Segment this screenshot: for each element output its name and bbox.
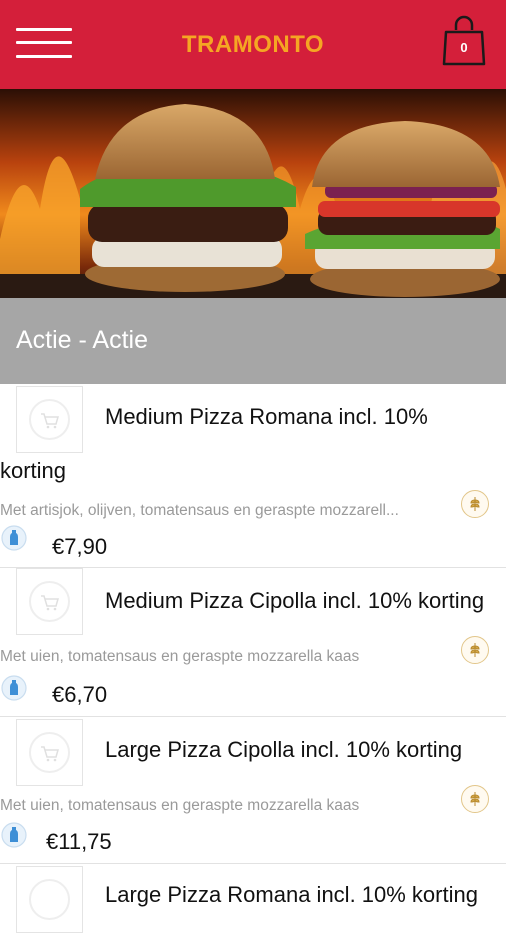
product-price: €11,75 (46, 829, 112, 854)
product-description: Met uien, tomatensaus en geraspte mozzar… (0, 648, 360, 665)
brand-title: TRAMONTO (181, 31, 325, 58)
wheat-icon[interactable] (461, 490, 489, 518)
bottle-icon (1, 525, 27, 551)
product-name: Large Pizza Cipolla incl. 10% korting (105, 737, 463, 762)
bottle-icon (1, 675, 27, 701)
product-description: Met artisjok, olijven, tomatensaus en ge… (0, 502, 399, 519)
wheat-icon[interactable] (461, 785, 489, 813)
product-item[interactable]: Large Pizza Cipolla incl. 10% korting Me… (0, 717, 506, 864)
product-description: Met uien, tomatensaus en geraspte mozzar… (0, 797, 360, 814)
cart-count-badge: 0 (460, 40, 468, 55)
hero-banner-image (0, 89, 506, 298)
product-price: €7,90 (52, 534, 108, 559)
product-item[interactable]: Large Pizza Romana incl. 10% korting (0, 864, 506, 933)
product-thumbnail (16, 568, 83, 635)
product-price: €6,70 (52, 682, 108, 707)
shopping-cart-icon (41, 595, 59, 611)
cart-button[interactable]: 0 (440, 14, 488, 68)
category-title: Actie - Actie (16, 326, 148, 354)
product-name: Large Pizza Romana incl. 10% korting (105, 882, 478, 907)
product-item[interactable]: Medium Pizza Romana incl. 10% korting Me… (0, 384, 506, 568)
bottle-icon (1, 822, 27, 848)
product-name: Medium Pizza Romana incl. 10% (105, 404, 428, 429)
product-thumbnail (16, 719, 83, 786)
product-thumbnail (16, 386, 83, 453)
shopping-cart-icon (41, 413, 59, 429)
app-header: TRAMONTO 0 (0, 0, 506, 89)
product-name: Medium Pizza Cipolla incl. 10% korting (105, 588, 485, 613)
wheat-icon[interactable] (461, 636, 489, 664)
shopping-cart-icon (41, 746, 59, 762)
category-header: Actie - Actie (0, 298, 506, 384)
product-item[interactable]: Medium Pizza Cipolla incl. 10% korting M… (0, 568, 506, 717)
product-name-continued: korting (0, 458, 67, 483)
